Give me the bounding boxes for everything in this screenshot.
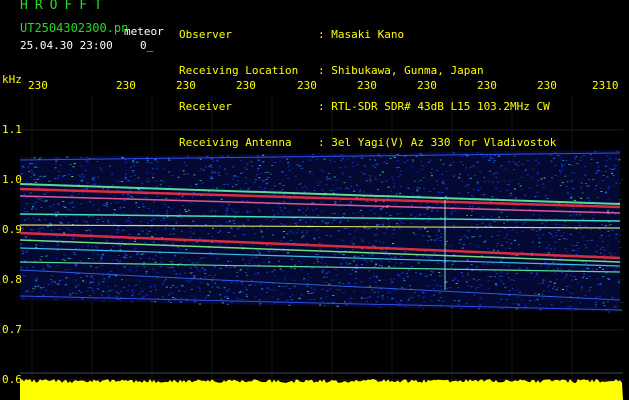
time-tick: 230 [28, 79, 48, 92]
count-label: 0_ [140, 39, 154, 52]
signal-level-bar [20, 372, 623, 400]
mode-label: meteor [124, 25, 164, 38]
location-value: : Shibukawa, Gunma, Japan [318, 64, 484, 77]
antenna-label: Receiving Antenna [179, 136, 292, 149]
station-info-values: : Masaki Kano : Shibukawa, Gunma, Japan … [318, 5, 556, 161]
frequency-unit-label: kHz [2, 73, 22, 86]
observer-value: : Masaki Kano [318, 28, 405, 41]
hrofft-logo: HROFFT [20, 0, 109, 13]
time-tick: 2310 [592, 79, 619, 92]
freq-tick: 0.8 [2, 273, 22, 286]
time-tick: 230 [357, 79, 377, 92]
filename-label: UT2504302300.pn [20, 21, 129, 35]
datetime-label: 25.04.30 23:00 [20, 39, 113, 52]
location-label: Receiving Location [179, 64, 299, 77]
freq-tick: 0.9 [2, 223, 22, 236]
freq-tick: 0.7 [2, 323, 22, 336]
time-tick: 230 [537, 79, 557, 92]
time-tick: 230 [176, 79, 196, 92]
time-tick: 230 [417, 79, 437, 92]
time-tick: 230 [236, 79, 256, 92]
time-tick: 230 [477, 79, 497, 92]
time-tick: 230 [116, 79, 136, 92]
freq-tick: 0.6 [2, 373, 22, 386]
noise-band [20, 150, 623, 313]
freq-tick: 1.0 [2, 173, 22, 186]
freq-tick: 1.1 [2, 123, 22, 136]
receiver-label: Receiver [179, 100, 232, 113]
time-tick: 230 [297, 79, 317, 92]
antenna-value: : 3el Yagi(V) Az 330 for Vladivostok [318, 136, 557, 149]
receiver-value: : RTL-SDR SDR# 43dB L15 103.2MHz CW [318, 100, 550, 113]
observer-label: Observer [179, 28, 232, 41]
